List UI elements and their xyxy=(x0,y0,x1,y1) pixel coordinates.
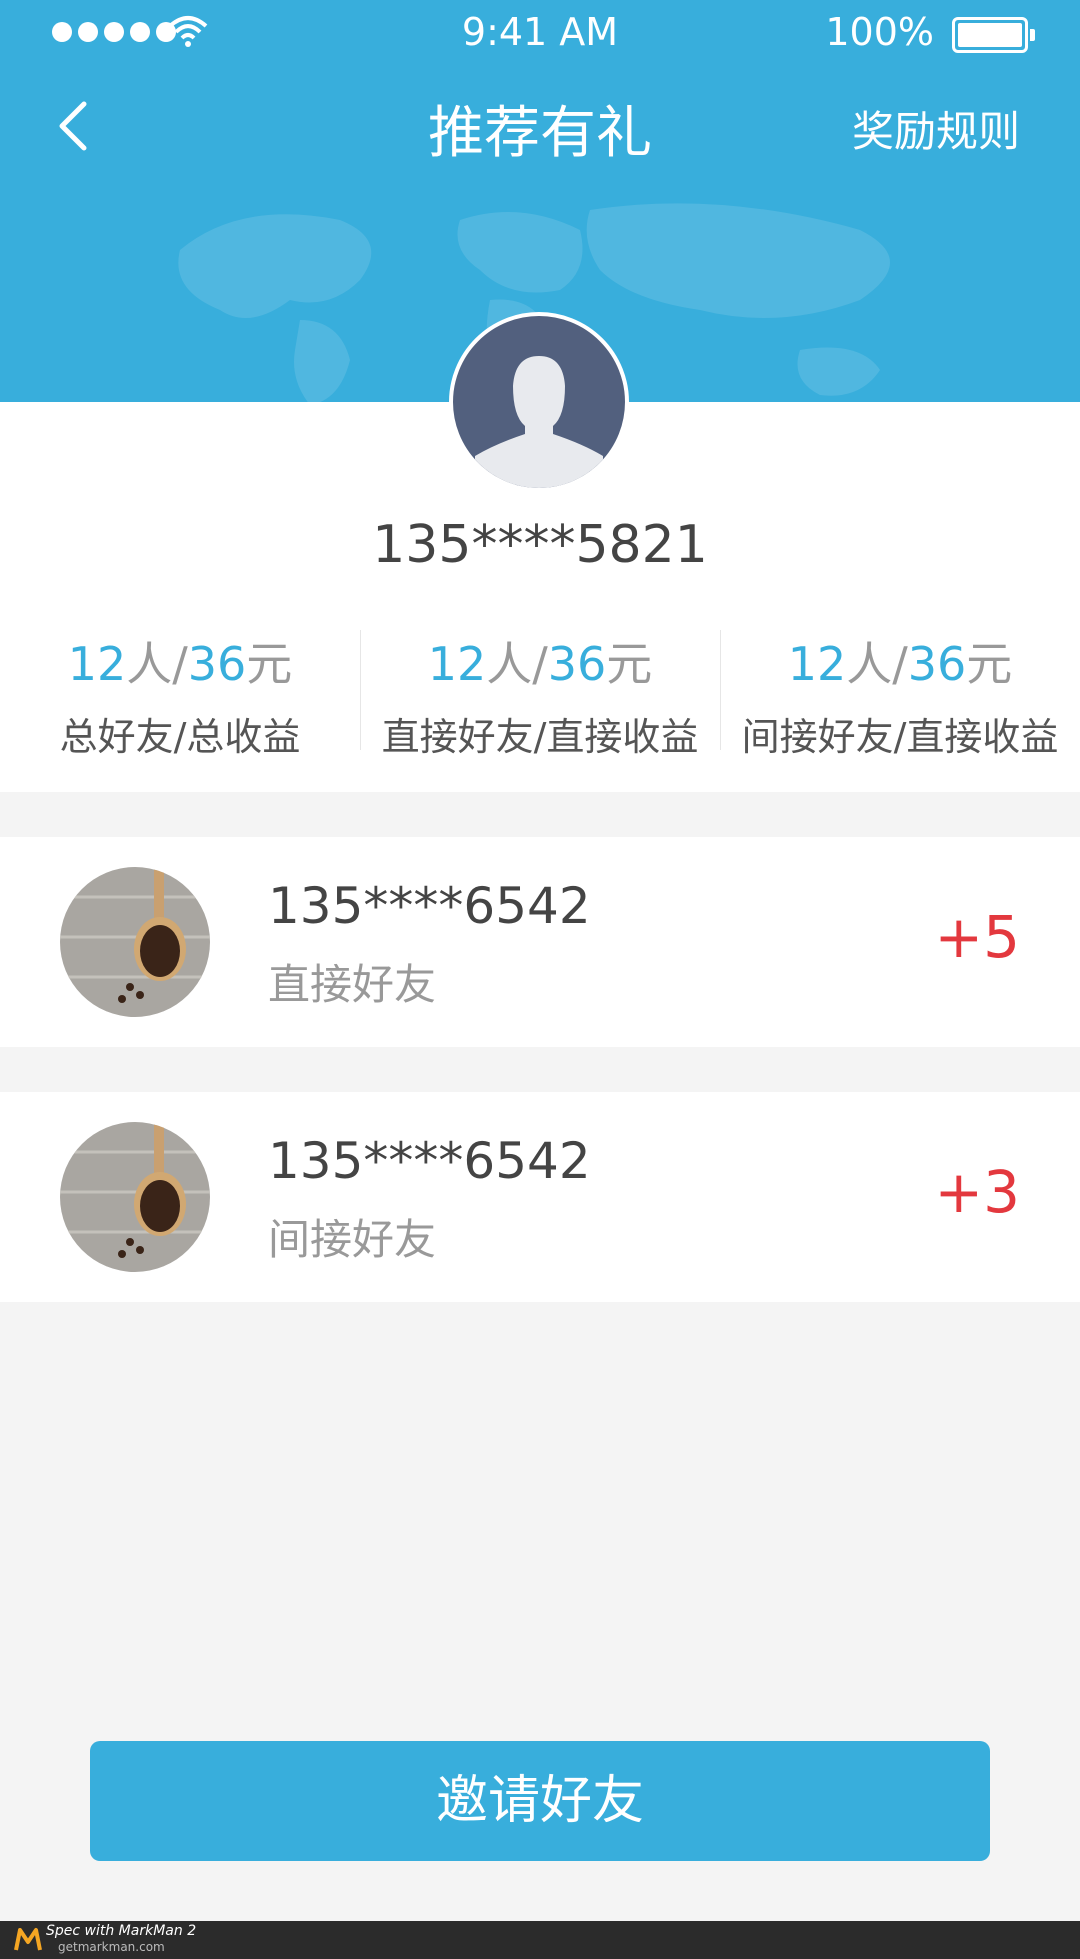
invite-friends-button[interactable]: 邀请好友 xyxy=(90,1741,990,1861)
stat-total: 12人/36元 总好友/总收益 xyxy=(0,628,360,761)
battery-percentage: 100% xyxy=(825,10,934,54)
friend-row[interactable]: 135****6542 直接好友 +5 xyxy=(0,837,1080,1047)
friend-type: 间接好友 xyxy=(268,1215,437,1264)
friend-phone: 135****6542 xyxy=(268,877,591,935)
user-phone: 135****5821 xyxy=(372,515,708,575)
stat-direct: 12人/36元 直接好友/直接收益 xyxy=(360,628,720,761)
stat-direct-label: 直接好友/直接收益 xyxy=(381,715,699,759)
friend-points: +3 xyxy=(934,1158,1021,1226)
friend-phone: 135****6542 xyxy=(268,1132,591,1190)
footer-url: getmarkman.com xyxy=(58,1940,165,1954)
friend-points: +5 xyxy=(934,903,1021,971)
status-bar: 9:41 AM 100% xyxy=(0,0,1080,66)
markman-logo-icon xyxy=(14,1928,42,1951)
friend-avatar xyxy=(60,867,210,1017)
stat-indirect: 12人/36元 间接好友/直接收益 xyxy=(720,628,1080,761)
battery-icon xyxy=(952,17,1035,53)
stat-indirect-value: 12人/36元 xyxy=(787,637,1013,691)
stat-direct-value: 12人/36元 xyxy=(427,637,653,691)
friend-avatar xyxy=(60,1122,210,1272)
friend-row[interactable]: 135****6542 间接好友 +3 xyxy=(0,1092,1080,1302)
user-avatar xyxy=(449,312,629,492)
person-silhouette-icon xyxy=(475,356,603,488)
friend-type: 直接好友 xyxy=(268,960,437,1009)
footer-brand: Spec with MarkMan 2 xyxy=(46,1923,197,1939)
reward-rules-link[interactable]: 奖励规则 xyxy=(852,98,1020,159)
stat-total-value: 12人/36元 xyxy=(67,637,293,691)
stat-total-label: 总好友/总收益 xyxy=(59,715,301,759)
stat-indirect-label: 间接好友/直接收益 xyxy=(741,715,1059,759)
markman-footer: Spec with MarkMan 2 getmarkman.com xyxy=(0,1921,1080,1959)
